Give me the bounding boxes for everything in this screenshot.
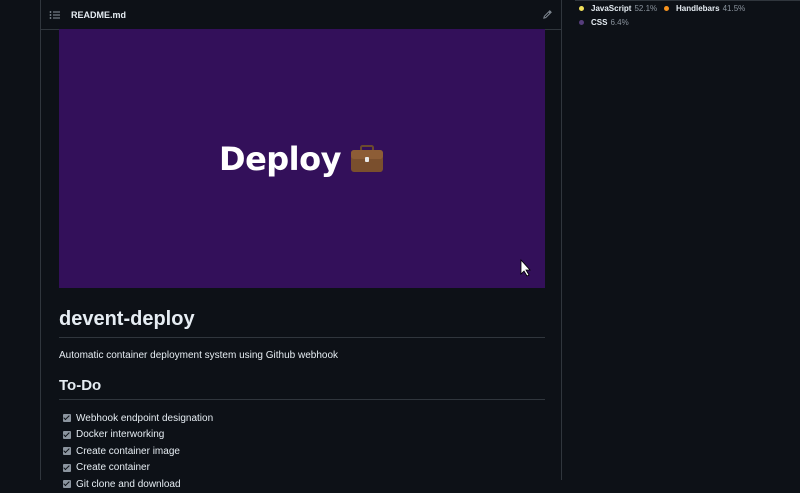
cursor-icon	[520, 258, 531, 277]
readme-panel: README.md Deploy devent-deploy Automatic…	[40, 0, 562, 490]
language-item-javascript[interactable]: JavaScript 52.1%	[579, 4, 664, 13]
list-outline-icon[interactable]	[49, 9, 61, 21]
language-name: CSS	[591, 18, 608, 27]
todo-heading: To-Do	[59, 377, 545, 400]
sidebar-languages: JavaScript 52.1% Handlebars 41.5% CSS 6.…	[575, 0, 800, 480]
readme-content: devent-deploy Automatic container deploy…	[59, 300, 545, 493]
todo-label: Docker interworking	[76, 429, 165, 441]
briefcase-icon	[350, 144, 383, 172]
todo-label: Create container	[76, 462, 150, 474]
checked-checkbox[interactable]	[63, 414, 71, 423]
pencil-icon[interactable]	[542, 9, 553, 20]
language-color-dot	[579, 20, 584, 25]
banner-title: Deploy	[219, 139, 341, 178]
readme-banner-image: Deploy	[59, 29, 545, 288]
checked-checkbox[interactable]	[63, 480, 71, 489]
language-item-handlebars[interactable]: Handlebars 41.5%	[664, 4, 749, 13]
todo-label: Webhook endpoint designation	[76, 412, 214, 424]
todo-label: Create container image	[76, 445, 180, 457]
todo-item: Docker interworking	[63, 427, 545, 444]
language-color-dot	[664, 6, 669, 11]
todo-item: Create container	[63, 460, 545, 477]
languages-row: JavaScript 52.1% Handlebars 41.5%	[579, 4, 800, 13]
readme-title: devent-deploy	[59, 300, 545, 338]
todo-item: Webhook endpoint designation	[63, 410, 545, 427]
language-name: JavaScript	[591, 4, 632, 13]
checked-checkbox[interactable]	[63, 463, 71, 472]
checked-checkbox[interactable]	[63, 447, 71, 456]
readme-filename[interactable]: README.md	[71, 10, 542, 20]
checked-checkbox[interactable]	[63, 430, 71, 439]
language-percent: 52.1%	[634, 4, 658, 13]
todo-item: Git clone and download	[63, 476, 545, 493]
todo-item: Create container image	[63, 443, 545, 460]
todo-list: Webhook endpoint designation Docker inte…	[59, 410, 545, 493]
todo-label: Git clone and download	[76, 478, 181, 490]
languages-row: CSS 6.4%	[579, 18, 800, 27]
language-percent: 41.5%	[722, 4, 746, 13]
language-item-css[interactable]: CSS 6.4%	[579, 18, 664, 27]
language-percent: 6.4%	[610, 18, 629, 27]
language-name: Handlebars	[676, 4, 720, 13]
readme-description: Automatic container deployment system us…	[59, 350, 339, 361]
readme-header: README.md	[41, 0, 561, 30]
language-color-dot	[579, 6, 584, 11]
